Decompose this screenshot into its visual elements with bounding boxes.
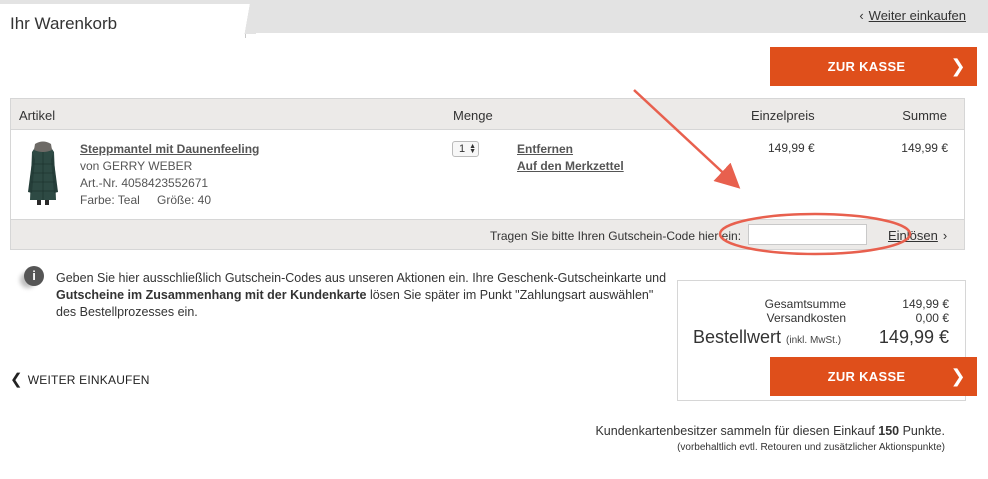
column-unit-price: Einzelpreis	[751, 108, 815, 123]
coupon-label: Tragen Sie bitte Ihren Gutschein-Code hi…	[490, 229, 742, 243]
quantity-select[interactable]: 1 ▲ ▼	[452, 141, 479, 157]
checkout-button-top[interactable]: ZUR KASSE ❯	[770, 47, 977, 86]
coupon-row: Tragen Sie bitte Ihren Gutschein-Code hi…	[11, 219, 964, 249]
chevron-left-icon: ❮	[10, 371, 23, 388]
product-name-link[interactable]: Steppmantel mit Daunenfeeling	[80, 142, 259, 156]
product-brand: von GERRY WEBER	[80, 159, 193, 173]
checkout-button-bottom[interactable]: ZUR KASSE ❯	[770, 357, 977, 396]
page-title: Ihr Warenkorb	[10, 14, 118, 33]
info-text-part1: Geben Sie hier ausschließlich Gutschein-…	[56, 271, 667, 285]
quantity-value: 1	[459, 143, 466, 155]
vat-note: (inkl. MwSt.)	[786, 335, 842, 346]
points-value: 150	[878, 424, 900, 438]
chevron-right-icon: ❯	[950, 366, 966, 387]
chevron-right-icon: ›	[942, 228, 948, 243]
spinner-icon: ▲ ▼	[469, 143, 477, 155]
loyalty-points-text: Kundenkartenbesitzer sammeln für diesen …	[595, 424, 945, 438]
remove-item-link[interactable]: Entfernen	[517, 142, 573, 156]
table-row: Steppmantel mit Daunenfeeling von GERRY …	[11, 130, 964, 218]
coupon-info-text: Geben Sie hier ausschließlich Gutschein-…	[56, 270, 676, 321]
order-label-text: Bestellwert	[693, 327, 782, 347]
unit-price: 149,99 €	[768, 141, 815, 155]
add-to-wishlist-link[interactable]: Auf den Merkzettel	[517, 159, 624, 173]
continue-shopping-bottom-label: WEITER EINKAUFEN	[27, 373, 150, 387]
coupon-input[interactable]	[748, 224, 867, 245]
continue-shopping-bottom-link[interactable]: ❮ WEITER EINKAUFEN	[10, 370, 150, 388]
product-color: Farbe: Teal	[80, 193, 140, 207]
cart-header: Artikel Menge Einzelpreis Summe	[11, 99, 964, 130]
checkout-label: ZUR KASSE	[827, 59, 906, 74]
continue-shopping-label: Weiter einkaufen	[868, 8, 966, 23]
shipping-value: 0,00 €	[915, 311, 949, 325]
total-label: Gesamtsumme	[764, 297, 846, 311]
redeem-label: Einlösen	[888, 228, 938, 243]
column-total: Summe	[902, 108, 947, 123]
order-value-label: Bestellwert (inkl. MwSt.)	[693, 327, 841, 348]
points-text-before: Kundenkartenbesitzer sammeln für diesen …	[595, 424, 879, 438]
item-total: 149,99 €	[901, 141, 948, 155]
checkout-label: ZUR KASSE	[827, 369, 906, 384]
info-icon: i	[24, 266, 44, 286]
continue-shopping-link[interactable]: ‹ Weiter einkaufen	[859, 8, 966, 23]
info-text-bold: Gutscheine im Zusammenhang mit der Kunde…	[56, 288, 367, 302]
shipping-label: Versandkosten	[766, 311, 846, 325]
column-quantity: Menge	[453, 108, 493, 123]
product-size: Größe: 40	[157, 193, 212, 207]
chevron-left-icon: ‹	[859, 8, 864, 23]
tab-edge	[242, 4, 256, 34]
total-value: 149,99 €	[902, 297, 949, 311]
cart-table: Artikel Menge Einzelpreis Summe Steppman…	[10, 98, 965, 250]
product-article-number: Art.-Nr. 4058423552671	[80, 176, 209, 190]
redeem-coupon-link[interactable]: Einlösen ›	[888, 228, 947, 243]
points-note: (vorbehaltlich evtl. Retouren und zusätz…	[677, 442, 945, 453]
chevron-right-icon: ❯	[950, 56, 966, 77]
points-text-after: Punkte.	[899, 424, 945, 438]
order-value: 149,99 €	[878, 327, 949, 347]
column-article: Artikel	[19, 108, 56, 123]
product-image[interactable]	[25, 140, 61, 206]
